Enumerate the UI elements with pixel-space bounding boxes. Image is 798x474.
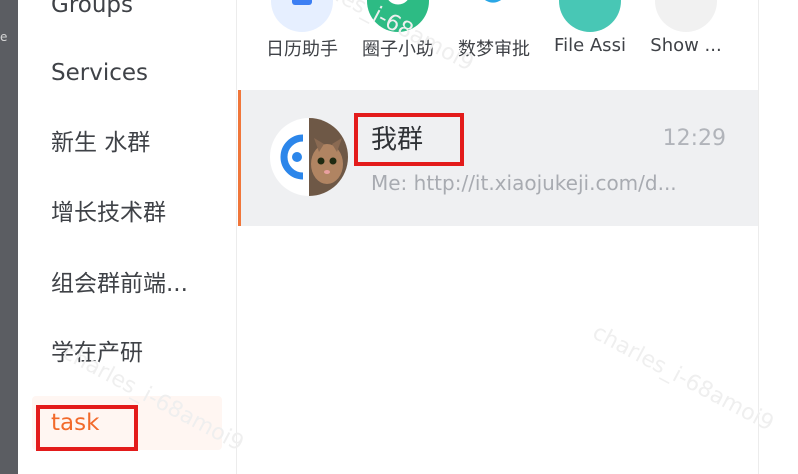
app-label: 数梦审批	[458, 39, 530, 60]
app-calendar-assistant[interactable]: 日历助手	[254, 0, 350, 90]
circle-icon	[367, 0, 429, 32]
group-avatar	[270, 118, 348, 196]
sidebar-item-growth-tech-group[interactable]: 增长技术群	[51, 193, 166, 233]
sidebar-item-services[interactable]: Services	[51, 53, 148, 93]
rail-edge-icon: e	[0, 30, 8, 44]
chat-last-message: Me: http://it.xiaojukeji.com/d...	[371, 171, 677, 195]
more-icon	[655, 0, 717, 32]
app-approval[interactable]: 数梦审批	[446, 0, 542, 90]
highlight-box-chat-name	[354, 113, 464, 166]
sidebar-item-frontend-group[interactable]: 组会群前端...	[51, 264, 188, 304]
app-label: Show ...	[650, 35, 722, 56]
calendar-icon	[271, 0, 333, 32]
app-file-assistant[interactable]: File Assi	[542, 0, 638, 90]
file-assistant-icon	[559, 0, 621, 32]
chat-list-panel: 日历助手 圈子小助 数梦审批 File Assi Show ... 我群 12:…	[238, 0, 758, 474]
app-label: 圈子小助	[362, 39, 434, 60]
app-label: 日历助手	[266, 39, 338, 60]
quick-apps-row: 日历助手 圈子小助 数梦审批 File Assi Show ...	[238, 0, 758, 90]
panel-divider	[758, 0, 759, 474]
sidebar: Groups Services 新生 水群 增长技术群 组会群前端... 学在产…	[18, 0, 237, 474]
highlight-box-task	[36, 405, 138, 451]
chat-timestamp: 12:29	[662, 126, 726, 151]
app-label: File Assi	[554, 35, 626, 56]
selected-indicator	[238, 90, 241, 226]
sidebar-item-xuezai[interactable]: 学在产研	[51, 333, 143, 373]
app-circle-assistant[interactable]: 圈子小助	[350, 0, 446, 90]
sidebar-item-groups[interactable]: Groups	[51, 0, 133, 25]
app-show-more[interactable]: Show ...	[638, 0, 734, 90]
approval-icon	[463, 0, 525, 32]
chat-list-item[interactable]: 我群 12:29 Me: http://it.xiaojukeji.com/d.…	[238, 90, 758, 226]
sidebar-item-newbie-group[interactable]: 新生 水群	[51, 123, 150, 163]
left-rail: e	[0, 0, 18, 474]
